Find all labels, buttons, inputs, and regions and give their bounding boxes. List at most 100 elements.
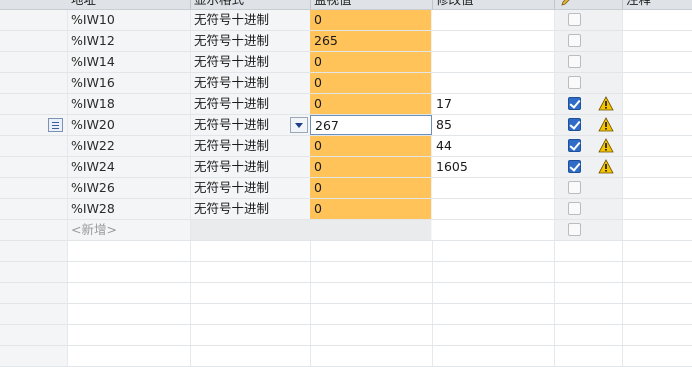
monitor-value-cell[interactable]: 0 [310, 199, 432, 219]
row-header[interactable] [0, 73, 67, 93]
row-header[interactable] [0, 10, 67, 30]
row-header[interactable] [0, 178, 67, 198]
display-format-cell[interactable]: 无符号十进制 [190, 73, 310, 93]
monitor-value-cell[interactable]: 0 [310, 94, 432, 114]
address-cell[interactable]: %IW24 [67, 157, 190, 177]
address-cell[interactable]: %IW16 [67, 73, 190, 93]
column-header-modify-enable[interactable] [554, 0, 622, 9]
modify-enable-cell[interactable] [554, 10, 622, 30]
column-header-display-format[interactable]: 显示格式 [190, 0, 310, 9]
address-cell[interactable]: %IW28 [67, 199, 190, 219]
monitor-value-cell[interactable]: 0 [310, 52, 432, 72]
table-row[interactable]: %IW26 无符号十进制 0 [0, 178, 692, 199]
display-format-cell[interactable]: 无符号十进制 [190, 199, 310, 219]
modify-enable-cell[interactable] [554, 94, 622, 114]
row-header[interactable] [0, 31, 67, 51]
comment-cell[interactable] [622, 52, 692, 72]
modify-enable-checkbox[interactable] [568, 223, 581, 236]
modify-enable-checkbox[interactable] [568, 181, 581, 194]
monitor-value-cell[interactable]: 265 [310, 31, 432, 51]
comment-cell[interactable] [622, 94, 692, 114]
modify-value-cell[interactable] [432, 10, 554, 30]
column-header-comment[interactable]: 注释 [622, 0, 692, 9]
modify-enable-checkbox[interactable] [568, 118, 581, 131]
modify-enable-checkbox[interactable] [568, 97, 581, 110]
modify-enable-checkbox[interactable] [568, 13, 581, 26]
modify-value-cell[interactable]: 17 [432, 94, 554, 114]
address-cell[interactable]: %IW22 [67, 136, 190, 156]
modify-value-cell[interactable] [432, 31, 554, 51]
monitor-value-cell[interactable]: 0 [310, 157, 432, 177]
address-cell[interactable]: %IW18 [67, 94, 190, 114]
table-row[interactable]: %IW24 无符号十进制 0 1605 [0, 157, 692, 178]
display-format-cell[interactable]: 无符号十进制 [190, 136, 310, 156]
address-cell[interactable]: %IW10 [67, 10, 190, 30]
modify-enable-cell[interactable] [554, 220, 622, 240]
modify-enable-cell[interactable] [554, 136, 622, 156]
display-format-cell[interactable]: 无符号十进制 [190, 31, 310, 51]
monitor-value-cell[interactable]: 0 [310, 178, 432, 198]
new-entry-row[interactable]: <新增> [0, 220, 692, 241]
modify-value-cell[interactable]: 1605 [432, 157, 554, 177]
row-header[interactable] [0, 94, 67, 114]
comment-cell[interactable] [622, 157, 692, 177]
column-header-modify-value[interactable]: 修改值 [432, 0, 554, 9]
modify-enable-checkbox[interactable] [568, 55, 581, 68]
display-format-cell[interactable]: 无符号十进制 [190, 52, 310, 72]
modify-enable-checkbox[interactable] [568, 202, 581, 215]
column-header-address[interactable]: 地址 [67, 0, 190, 9]
modify-value-cell[interactable] [432, 220, 554, 240]
display-format-cell[interactable]: 无符号十进制 [190, 94, 310, 114]
comment-cell[interactable] [622, 178, 692, 198]
modify-enable-cell[interactable] [554, 199, 622, 219]
modify-enable-cell[interactable] [554, 115, 622, 135]
modify-enable-checkbox[interactable] [568, 34, 581, 47]
modify-value-cell[interactable] [432, 178, 554, 198]
modify-value-cell[interactable] [432, 73, 554, 93]
table-row[interactable]: %IW20 无符号十进制 267 85 [0, 115, 692, 136]
new-entry-address[interactable]: <新增> [67, 220, 190, 240]
display-format-cell[interactable]: 无符号十进制 [190, 157, 310, 177]
row-header[interactable] [0, 199, 67, 219]
table-row[interactable]: %IW12 无符号十进制 265 [0, 31, 692, 52]
table-row[interactable]: %IW18 无符号十进制 0 17 [0, 94, 692, 115]
modify-enable-cell[interactable] [554, 178, 622, 198]
table-row[interactable]: %IW28 无符号十进制 0 [0, 199, 692, 220]
display-format-dropdown[interactable] [290, 117, 308, 133]
comment-cell[interactable] [622, 10, 692, 30]
modify-enable-checkbox[interactable] [568, 76, 581, 89]
display-format-cell[interactable]: 无符号十进制 [190, 10, 310, 30]
row-header[interactable] [0, 136, 67, 156]
monitor-value-cell[interactable]: 0 [310, 73, 432, 93]
display-format-cell[interactable]: 无符号十进制 [190, 178, 310, 198]
monitor-value-cell[interactable]: 0 [310, 10, 432, 30]
table-row[interactable]: %IW14 无符号十进制 0 [0, 52, 692, 73]
modify-value-cell[interactable]: 85 [432, 115, 554, 135]
comment-cell[interactable] [622, 136, 692, 156]
address-cell[interactable]: %IW26 [67, 178, 190, 198]
table-row[interactable]: %IW10 无符号十进制 0 [0, 10, 692, 31]
column-header-monitor-value[interactable]: 监视值 [310, 0, 432, 9]
modify-value-cell[interactable] [432, 52, 554, 72]
monitor-value-cell[interactable]: 0 [310, 136, 432, 156]
monitor-value-cell[interactable]: 267 [310, 115, 432, 135]
comment-cell[interactable] [622, 31, 692, 51]
address-cell[interactable]: %IW20 [67, 115, 190, 135]
row-header[interactable] [0, 52, 67, 72]
modify-enable-checkbox[interactable] [568, 139, 581, 152]
comment-cell[interactable] [622, 73, 692, 93]
table-row[interactable]: %IW16 无符号十进制 0 [0, 73, 692, 94]
modify-enable-checkbox[interactable] [568, 160, 581, 173]
modify-enable-cell[interactable] [554, 31, 622, 51]
modify-enable-cell[interactable] [554, 52, 622, 72]
modify-enable-cell[interactable] [554, 73, 622, 93]
monitor-value-cell[interactable] [310, 220, 432, 240]
modify-value-cell[interactable]: 44 [432, 136, 554, 156]
address-cell[interactable]: %IW12 [67, 31, 190, 51]
row-header[interactable] [0, 157, 67, 177]
modify-value-cell[interactable] [432, 199, 554, 219]
comment-cell[interactable] [622, 115, 692, 135]
comment-cell[interactable] [622, 199, 692, 219]
modify-enable-cell[interactable] [554, 157, 622, 177]
display-format-cell[interactable] [190, 220, 310, 240]
